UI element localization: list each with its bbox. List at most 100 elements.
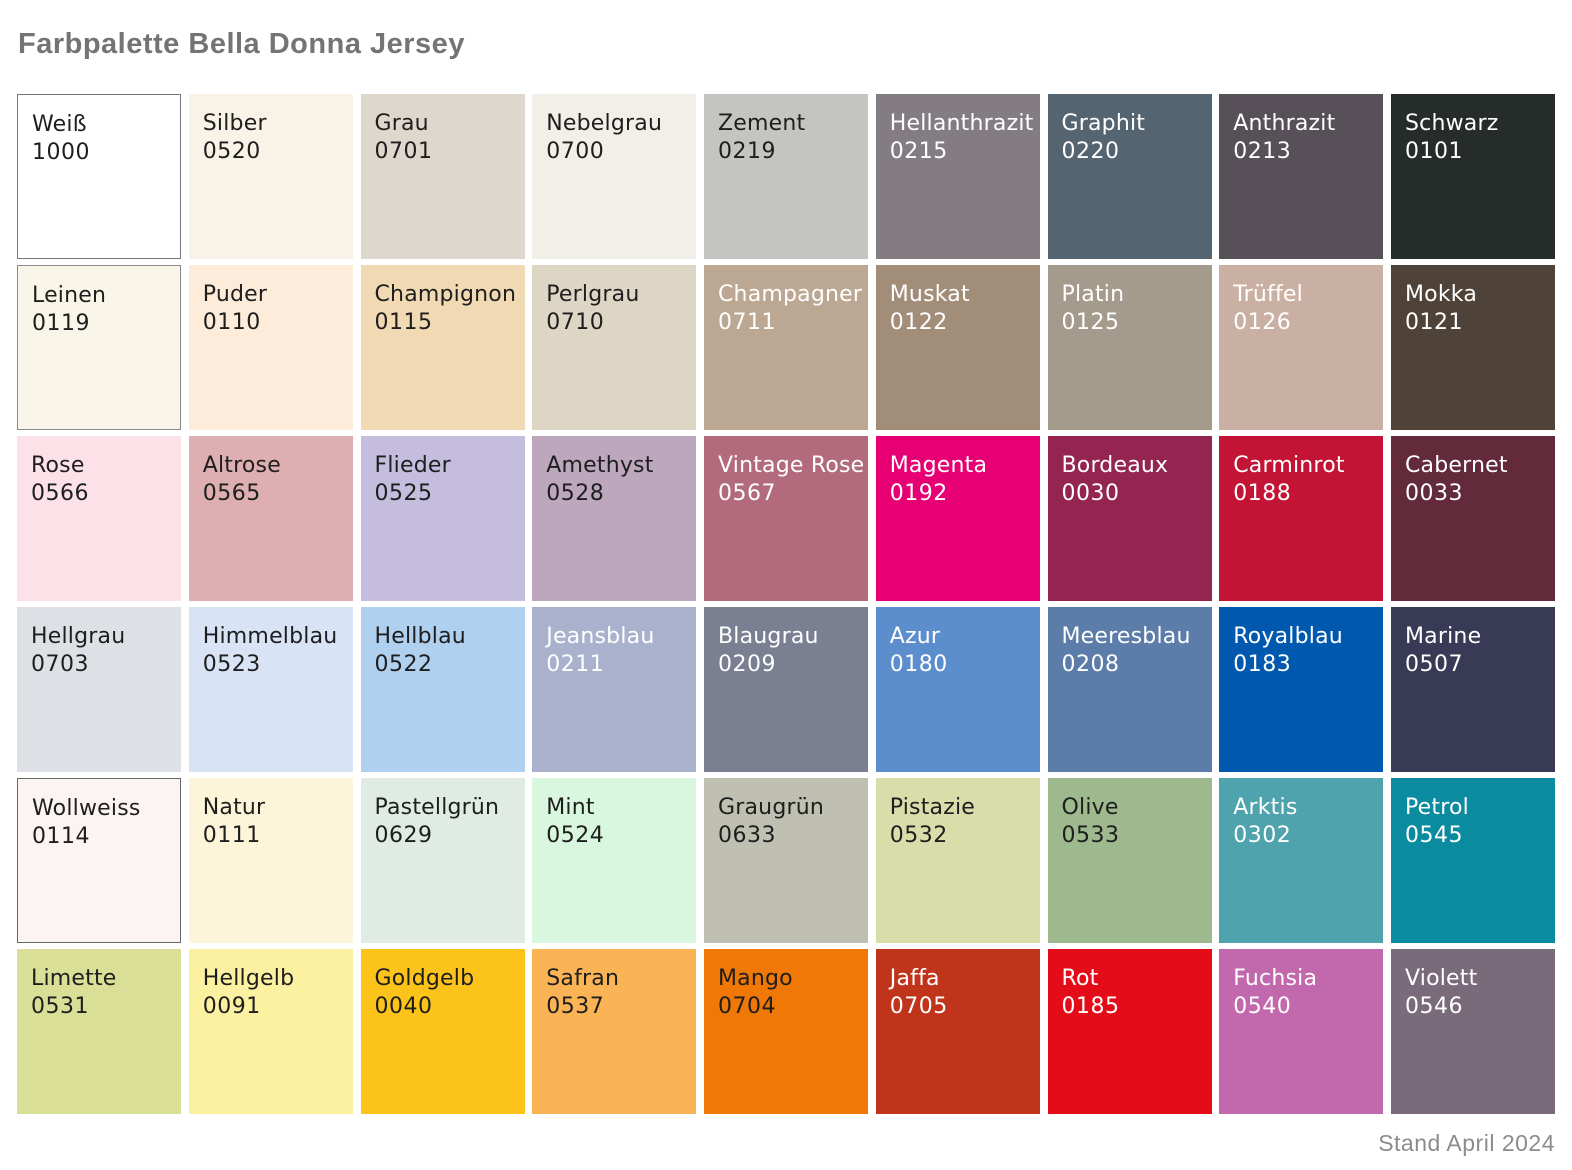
color-swatch-0208: Meeresblau0208 (1048, 607, 1212, 772)
swatch-code: 0522 (375, 651, 517, 679)
swatch-code: 0091 (203, 993, 345, 1021)
swatch-code: 0115 (375, 309, 517, 337)
swatch-name: Puder (203, 281, 345, 309)
swatch-name: Leinen (32, 282, 172, 310)
swatch-code: 0711 (718, 309, 860, 337)
swatch-code: 0119 (32, 310, 172, 338)
swatch-name: Nebelgrau (546, 110, 688, 138)
color-swatch-0192: Magenta0192 (876, 436, 1040, 601)
swatch-code: 0101 (1405, 138, 1547, 166)
color-swatch-0121: Mokka0121 (1391, 265, 1555, 430)
color-swatch-0537: Safran0537 (532, 949, 696, 1114)
swatch-name: Perlgrau (546, 281, 688, 309)
swatch-name: Violett (1405, 965, 1547, 993)
swatch-name: Petrol (1405, 794, 1547, 822)
swatch-code: 0528 (546, 480, 688, 508)
swatch-code: 0125 (1062, 309, 1204, 337)
swatch-name: Hellanthrazit (890, 110, 1032, 138)
color-swatch-0122: Muskat0122 (876, 265, 1040, 430)
color-swatch-0545: Petrol0545 (1391, 778, 1555, 943)
swatch-name: Arktis (1233, 794, 1375, 822)
color-swatch-0119: Leinen0119 (17, 265, 181, 430)
swatch-code: 0531 (31, 993, 173, 1021)
swatch-code: 0192 (890, 480, 1032, 508)
swatch-name: Pastellgrün (375, 794, 517, 822)
palette-grid: Weiß1000Silber0520Grau0701Nebelgrau0700Z… (17, 94, 1555, 1114)
swatch-code: 0111 (203, 822, 345, 850)
swatch-name: Magenta (890, 452, 1032, 480)
swatch-name: Mango (718, 965, 860, 993)
color-swatch-0215: Hellanthrazit0215 (876, 94, 1040, 259)
swatch-code: 0565 (203, 480, 345, 508)
color-swatch-0531: Limette0531 (17, 949, 181, 1114)
swatch-name: Mint (546, 794, 688, 822)
swatch-code: 0540 (1233, 993, 1375, 1021)
color-swatch-0533: Olive0533 (1048, 778, 1212, 943)
color-swatch-0125: Platin0125 (1048, 265, 1212, 430)
swatch-code: 0121 (1405, 309, 1547, 337)
swatch-name: Rot (1062, 965, 1204, 993)
swatch-code: 0114 (32, 823, 172, 851)
swatch-code: 0545 (1405, 822, 1547, 850)
swatch-name: Safran (546, 965, 688, 993)
color-swatch-0219: Zement0219 (704, 94, 868, 259)
swatch-name: Mokka (1405, 281, 1547, 309)
color-swatch-0211: Jeansblau0211 (532, 607, 696, 772)
swatch-code: 0126 (1233, 309, 1375, 337)
color-swatch-0710: Perlgrau0710 (532, 265, 696, 430)
swatch-name: Zement (718, 110, 860, 138)
color-swatch-0633: Graugrün0633 (704, 778, 868, 943)
swatch-name: Champagner (718, 281, 860, 309)
swatch-name: Hellblau (375, 623, 517, 651)
color-swatch-0566: Rose0566 (17, 436, 181, 601)
swatch-code: 0524 (546, 822, 688, 850)
color-swatch-0115: Champignon0115 (361, 265, 525, 430)
swatch-code: 0710 (546, 309, 688, 337)
swatch-name: Flieder (375, 452, 517, 480)
color-swatch-0126: Trüffel0126 (1219, 265, 1383, 430)
swatch-code: 0532 (890, 822, 1032, 850)
swatch-name: Amethyst (546, 452, 688, 480)
swatch-name: Carminrot (1233, 452, 1375, 480)
footer-date-label: Stand April 2024 (1378, 1130, 1555, 1157)
swatch-code: 0122 (890, 309, 1032, 337)
swatch-code: 0633 (718, 822, 860, 850)
swatch-name: Natur (203, 794, 345, 822)
color-swatch-0528: Amethyst0528 (532, 436, 696, 601)
swatch-code: 1000 (32, 139, 172, 167)
swatch-name: Blaugrau (718, 623, 860, 651)
swatch-code: 0507 (1405, 651, 1547, 679)
swatch-code: 0180 (890, 651, 1032, 679)
swatch-name: Royalblau (1233, 623, 1375, 651)
color-swatch-0030: Bordeaux0030 (1048, 436, 1212, 601)
swatch-name: Pistazie (890, 794, 1032, 822)
swatch-code: 0219 (718, 138, 860, 166)
swatch-code: 0302 (1233, 822, 1375, 850)
swatch-code: 0040 (375, 993, 517, 1021)
color-swatch-0629: Pastellgrün0629 (361, 778, 525, 943)
swatch-code: 0033 (1405, 480, 1547, 508)
swatch-code: 0209 (718, 651, 860, 679)
color-swatch-0546: Violett0546 (1391, 949, 1555, 1114)
color-swatch-0209: Blaugrau0209 (704, 607, 868, 772)
swatch-name: Olive (1062, 794, 1204, 822)
swatch-name: Marine (1405, 623, 1547, 651)
swatch-code: 0215 (890, 138, 1032, 166)
swatch-code: 0533 (1062, 822, 1204, 850)
color-swatch-0700: Nebelgrau0700 (532, 94, 696, 259)
swatch-code: 0183 (1233, 651, 1375, 679)
color-swatch-0220: Graphit0220 (1048, 94, 1212, 259)
swatch-name: Jeansblau (546, 623, 688, 651)
swatch-name: Silber (203, 110, 345, 138)
swatch-code: 0567 (718, 480, 860, 508)
swatch-code: 0566 (31, 480, 173, 508)
color-swatch-0705: Jaffa0705 (876, 949, 1040, 1114)
color-swatch-0522: Hellblau0522 (361, 607, 525, 772)
swatch-code: 0220 (1062, 138, 1204, 166)
color-swatch-0033: Cabernet0033 (1391, 436, 1555, 601)
swatch-name: Altrose (203, 452, 345, 480)
swatch-name: Graphit (1062, 110, 1204, 138)
color-swatch-0711: Champagner0711 (704, 265, 868, 430)
swatch-code: 0704 (718, 993, 860, 1021)
page-title: Farbpalette Bella Donna Jersey (18, 28, 465, 61)
